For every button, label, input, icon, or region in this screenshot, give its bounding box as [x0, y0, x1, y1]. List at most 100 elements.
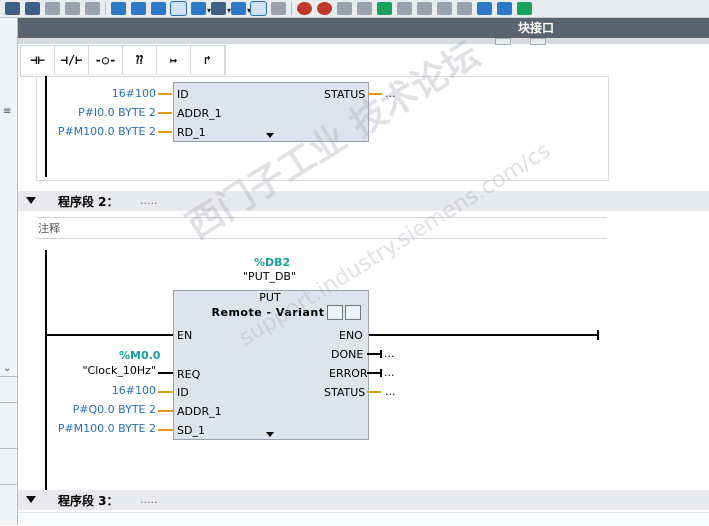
monitor-on-icon[interactable] — [297, 2, 312, 15]
addr-wire — [158, 410, 173, 412]
n1-pin-id: ID — [177, 88, 189, 101]
close-all-networks-icon[interactable]: ▾ — [211, 2, 231, 15]
checkmark-icon[interactable] — [377, 2, 392, 15]
scroll-down-icon[interactable]: ⌄ — [3, 363, 11, 374]
done-open-end — [380, 350, 382, 358]
expand-pins-icon[interactable] — [266, 432, 274, 437]
go-to-error-icon[interactable] — [271, 2, 286, 15]
reference-icon[interactable] — [397, 2, 412, 15]
drag-grip-icon[interactable]: ≡ — [3, 106, 11, 117]
fb-name: PUT — [259, 291, 281, 304]
open-all-networks-icon[interactable]: ▾ — [191, 2, 211, 15]
compare-icon[interactable] — [45, 2, 60, 15]
assign-icon[interactable] — [437, 2, 452, 15]
collapse-arrow-icon[interactable] — [26, 496, 36, 503]
block-interface-bar[interactable]: 块接口 — [18, 18, 709, 38]
diagnostics-icon[interactable] — [345, 305, 361, 320]
online-icon[interactable] — [517, 2, 532, 15]
done-value[interactable]: ... — [384, 347, 395, 360]
toolbar-separator — [105, 2, 106, 15]
en-wire — [45, 334, 173, 336]
empty-box-icon[interactable]: ⁇ — [123, 46, 157, 74]
error-open-end — [380, 369, 382, 377]
network2-comment-text: 注释 — [38, 222, 60, 235]
connection-config-icon[interactable] — [327, 305, 343, 320]
monitor-off-icon[interactable] — [317, 2, 332, 15]
n1-id-value[interactable]: 16#100 — [60, 87, 156, 100]
download-icon[interactable] — [5, 2, 20, 15]
n1-status-wire — [368, 93, 382, 95]
instance-db-address[interactable]: %DB2 — [254, 256, 290, 269]
n1-rd-wire — [158, 131, 172, 133]
addr-value[interactable]: P#Q0.0 BYTE 2 — [40, 403, 156, 416]
network3-body — [18, 512, 709, 526]
ladder-element-palette: ⊣⊢ ⊣/⊢ -○- ⁇ ↦ ↱ — [20, 45, 226, 77]
upload-icon[interactable] — [25, 2, 40, 15]
jump-back-icon[interactable] — [477, 2, 492, 15]
network2-header[interactable]: 程序段 2： ..... — [18, 191, 709, 211]
instance-db-symbol[interactable]: "PUT_DB" — [243, 270, 296, 283]
pin-addr: ADDR_1 — [177, 405, 222, 418]
coil-icon[interactable]: -○- — [89, 46, 123, 74]
error-wire — [367, 372, 381, 374]
network2-title-placeholder[interactable]: ..... — [140, 194, 157, 207]
splitter-handle[interactable] — [495, 38, 511, 45]
req-wire — [158, 372, 173, 374]
block-interface-title: 块接口 — [518, 21, 555, 35]
sd-value[interactable]: P#M100.0 BYTE 2 — [30, 422, 156, 435]
splitter[interactable] — [18, 38, 709, 44]
n1-pin-status: STATUS — [324, 88, 366, 101]
network3-header[interactable]: 程序段 3： ..... — [18, 490, 709, 510]
absolute-operand-icon[interactable] — [170, 1, 187, 16]
delete-network-icon[interactable] — [131, 2, 146, 15]
pin-id: ID — [177, 386, 189, 399]
no-contact-icon[interactable]: ⊣⊢ — [21, 46, 55, 74]
done-wire — [367, 353, 381, 355]
jump-forward-icon[interactable] — [497, 2, 512, 15]
force-icon[interactable] — [337, 2, 352, 15]
monitor-icon[interactable] — [65, 2, 80, 15]
modify-icon[interactable] — [357, 2, 372, 15]
call-structure-icon[interactable] — [417, 2, 432, 15]
network3-title-placeholder[interactable]: ..... — [140, 493, 157, 506]
show-comments-icon[interactable]: ▾ — [231, 2, 251, 15]
eno-wire — [367, 334, 598, 336]
network2-power-rail — [45, 250, 47, 490]
insert-row-icon[interactable] — [151, 2, 166, 15]
gutter-divider — [0, 376, 17, 377]
expand-pins-icon[interactable] — [266, 133, 274, 138]
left-gutter: ≡ ⌄ — [0, 18, 18, 525]
close-branch-icon[interactable]: ↱ — [191, 46, 225, 74]
open-branch-icon[interactable]: ↦ — [157, 46, 191, 74]
collapse-handle[interactable] — [530, 38, 546, 45]
main-toolbar: ▾ ▾ ▾ — [0, 0, 709, 18]
req-symbol[interactable]: "Clock_10Hz" — [60, 364, 156, 377]
pin-en: EN — [177, 329, 193, 342]
status-wire — [367, 391, 381, 393]
insert-network-icon[interactable] — [111, 2, 126, 15]
id-value[interactable]: 16#100 — [60, 384, 156, 397]
error-value[interactable]: ... — [384, 366, 395, 379]
n1-addr-wire — [158, 112, 172, 114]
pointer-icon[interactable] — [85, 2, 100, 15]
n1-status-value[interactable]: ... — [385, 87, 396, 100]
status-value[interactable]: ... — [385, 385, 396, 398]
pin-done: DONE — [331, 348, 364, 361]
list-icon[interactable] — [457, 2, 472, 15]
n1-rd-value[interactable]: P#M100.0 BYTE 2 — [30, 125, 156, 138]
network3-title: 程序段 3： — [58, 494, 119, 508]
n1-id-wire — [158, 93, 172, 95]
req-address[interactable]: %M0.0 — [119, 349, 160, 362]
gutter-divider — [0, 448, 17, 449]
gutter-divider — [0, 402, 17, 403]
pin-error: ERROR — [329, 367, 368, 380]
right-rail-tick — [597, 330, 599, 340]
network2-comment[interactable]: 注释 — [36, 217, 607, 239]
show-favorites-icon[interactable] — [250, 1, 267, 16]
n1-pin-addr: ADDR_1 — [177, 107, 222, 120]
collapse-arrow-icon[interactable] — [26, 197, 36, 204]
network2-title: 程序段 2： — [58, 195, 119, 209]
pin-status: STATUS — [324, 386, 366, 399]
nc-contact-icon[interactable]: ⊣/⊢ — [55, 46, 89, 74]
n1-addr-value[interactable]: P#I0.0 BYTE 2 — [40, 106, 156, 119]
